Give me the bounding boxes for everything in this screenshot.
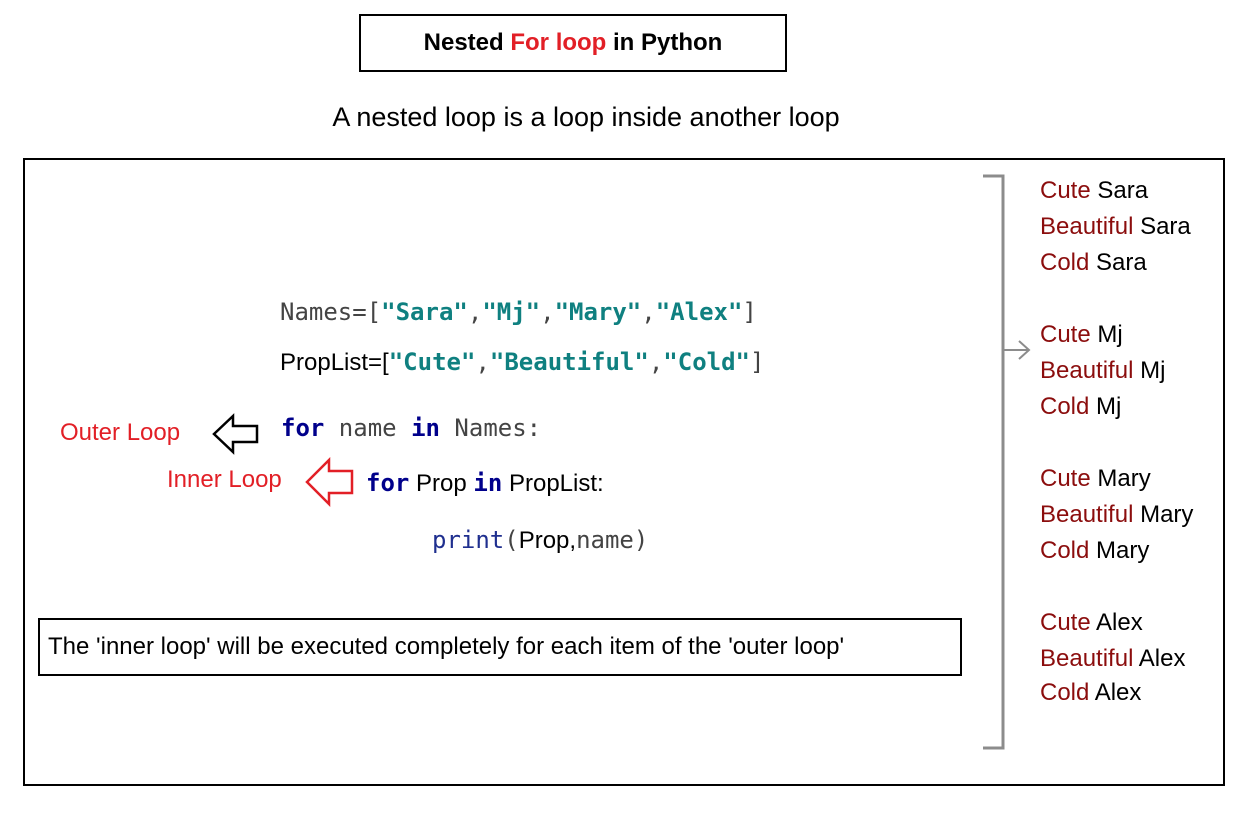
output-prop: Beautiful [1040, 213, 1134, 240]
output-name: Alex [1094, 679, 1142, 706]
output-prop: Cold [1040, 249, 1090, 276]
output-name: Mj [1097, 321, 1123, 348]
output-name: Mary [1097, 465, 1151, 492]
output-line: Cold Mj [1040, 393, 1121, 421]
output-bracket [983, 174, 1005, 750]
output-line: Cute Mj [1040, 321, 1123, 349]
output-name: Alex [1096, 609, 1143, 636]
output-name: Sara [1140, 213, 1191, 240]
output-prop: Cute [1040, 465, 1091, 492]
output-name: Sara [1097, 177, 1149, 204]
output-line: Cold Mary [1040, 537, 1149, 565]
outer-loop-arrow-icon [212, 413, 259, 455]
output-name: Mj [1096, 393, 1122, 420]
output-prop: Cold [1040, 393, 1090, 420]
output-line: Beautiful Sara [1040, 213, 1191, 241]
output-line: Beautiful Mary [1040, 501, 1193, 529]
output-name: Mj [1140, 357, 1166, 384]
output-name: Alex [1138, 645, 1186, 672]
output-prop: Cute [1040, 177, 1091, 204]
output-prop: Beautiful [1040, 501, 1134, 528]
output-line: Cute Mary [1040, 465, 1151, 493]
output-name: Mary [1140, 501, 1194, 528]
output-line: Cute Sara [1040, 177, 1148, 205]
output-line: Cute Alex [1040, 609, 1143, 637]
output-prop: Beautiful [1040, 357, 1134, 384]
output-name: Mary [1096, 537, 1150, 564]
output-prop: Cold [1040, 679, 1090, 706]
inner-loop-arrow-icon [305, 456, 354, 508]
output-line: Cold Alex [1040, 679, 1141, 707]
output-line: Beautiful Mj [1040, 357, 1165, 385]
output-line: Beautiful Alex [1040, 645, 1185, 673]
output-prop: Cute [1040, 321, 1091, 348]
output-prop: Cold [1040, 537, 1090, 564]
output-name: Sara [1096, 249, 1147, 276]
output-prop: Cute [1040, 609, 1091, 636]
output-prop: Beautiful [1040, 645, 1134, 672]
output-line: Cold Sara [1040, 249, 1147, 277]
